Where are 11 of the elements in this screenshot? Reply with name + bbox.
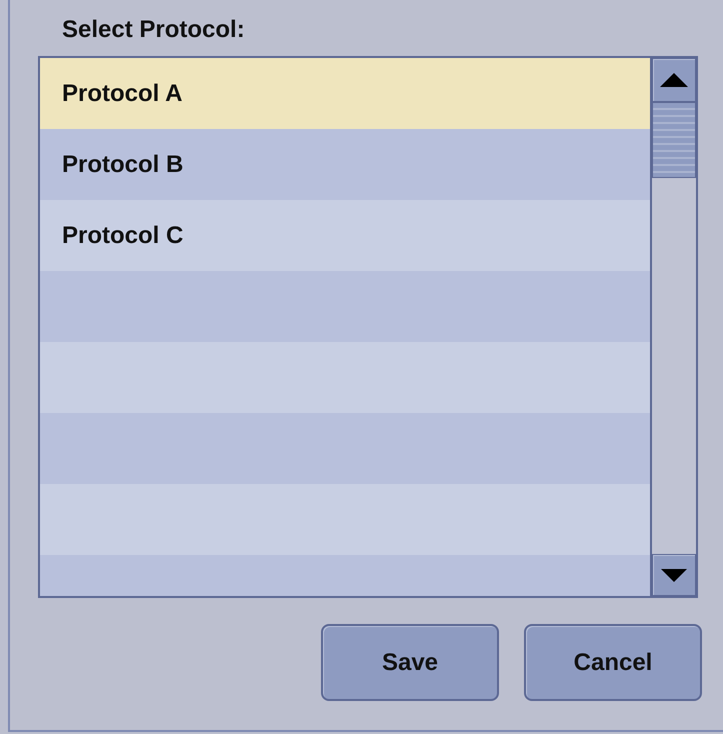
up-triangle-icon <box>660 73 688 87</box>
scrollbar[interactable] <box>650 58 698 596</box>
dialog-button[interactable]: Save <box>321 624 499 701</box>
list-item[interactable]: Protocol A <box>40 58 650 129</box>
down-triangle-icon <box>661 568 687 582</box>
protocol-list[interactable]: Protocol A Protocol B Protocol C <box>38 56 698 598</box>
scroll-up-button[interactable] <box>652 58 696 102</box>
dialog-button[interactable]: Cancel <box>524 624 702 701</box>
list-title: Select Protocol: <box>62 16 246 45</box>
scroll-down-button[interactable] <box>652 554 696 596</box>
scroll-thumb[interactable] <box>652 102 696 178</box>
